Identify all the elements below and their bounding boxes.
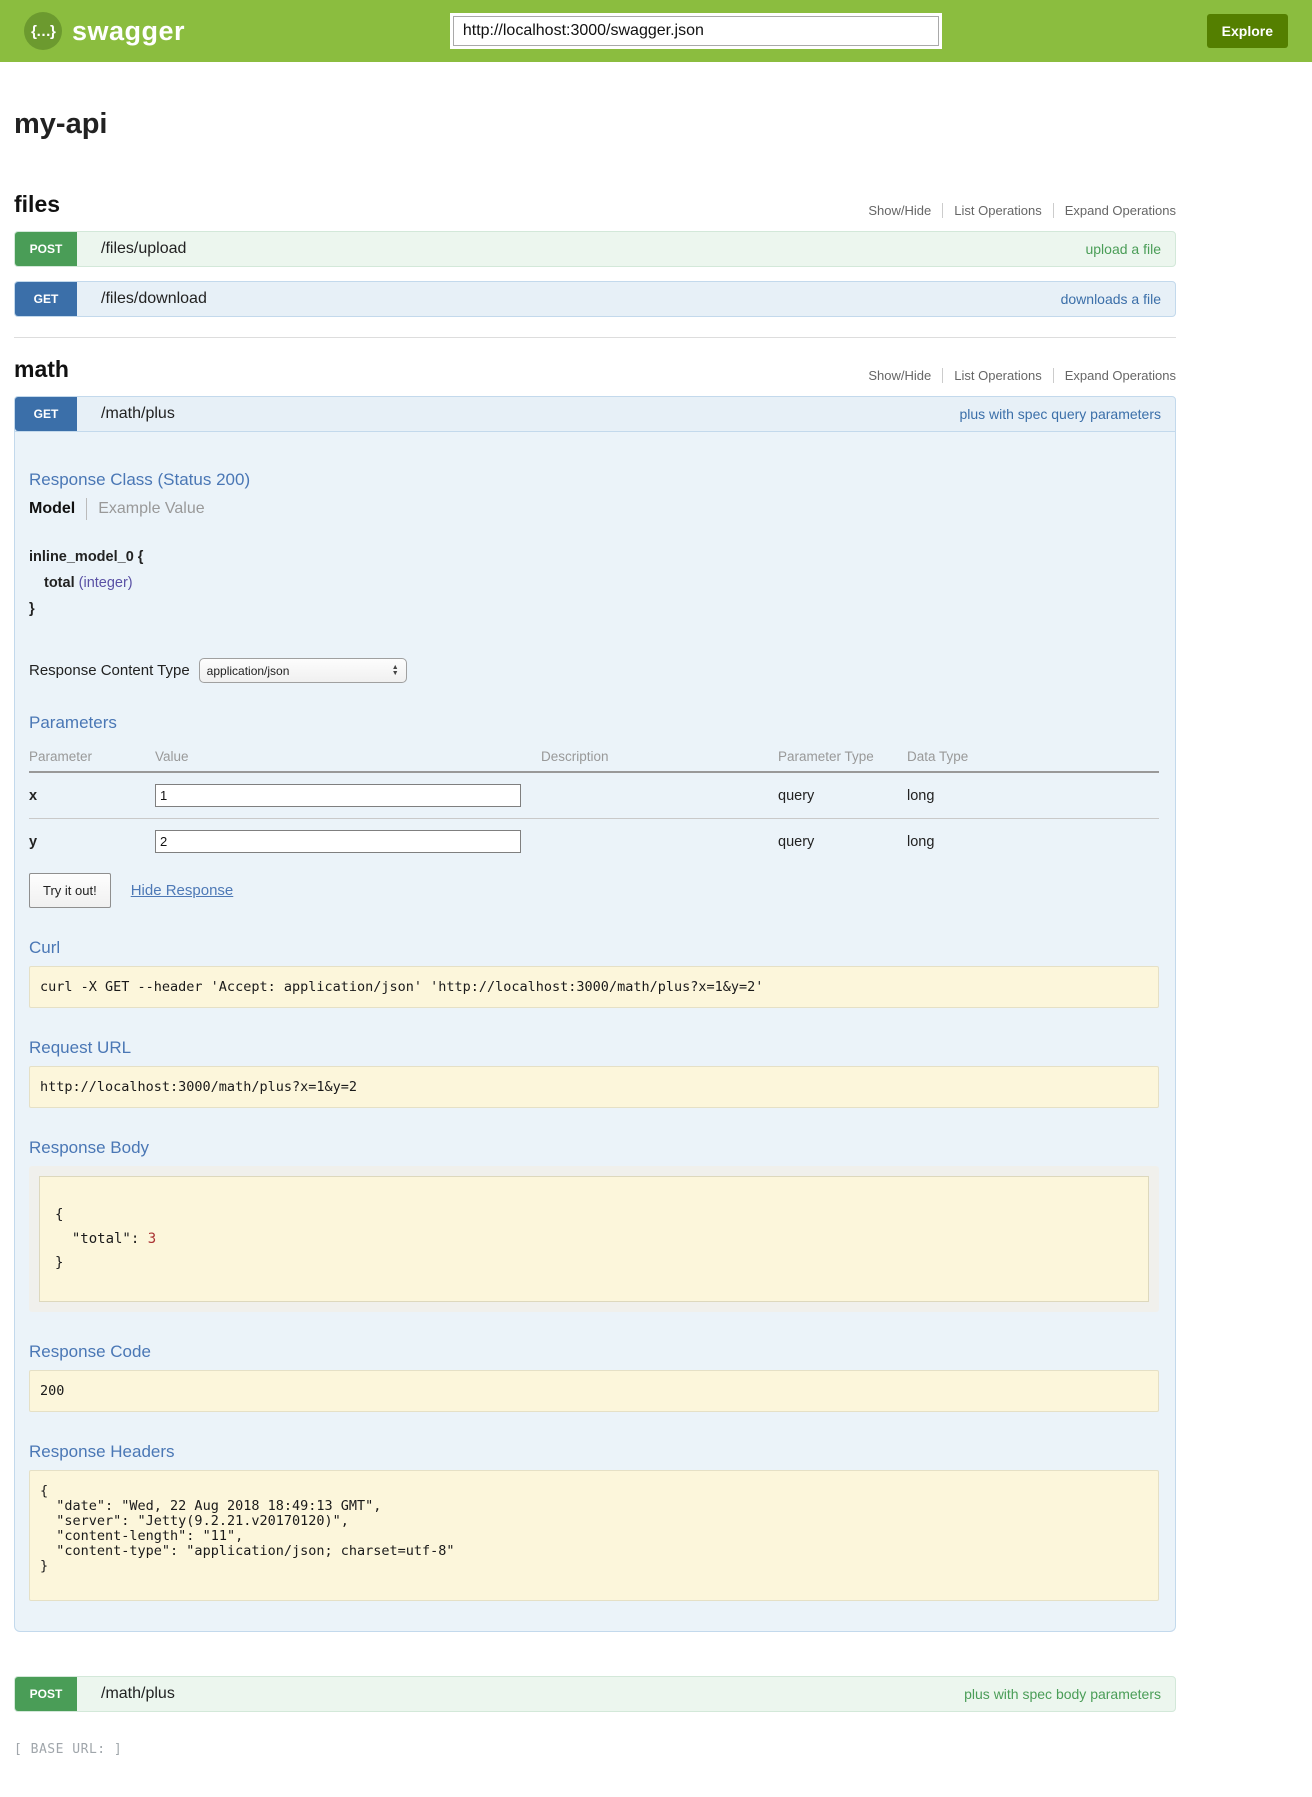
- column-header-description: Description: [541, 741, 778, 772]
- operation-summary[interactable]: upload a file: [1085, 241, 1161, 257]
- section-head-math: math Show/Hide List Operations Expand Op…: [14, 356, 1176, 383]
- try-it-out-button[interactable]: Try it out!: [29, 873, 111, 908]
- parameters-table: Parameter Value Description Parameter Ty…: [29, 741, 1159, 864]
- operation-detail-panel: Response Class (Status 200) Model Exampl…: [14, 432, 1176, 1632]
- base-url-footer: [ BASE URL: ]: [14, 1742, 1312, 1757]
- model-close: }: [29, 596, 1159, 622]
- json-brace-close: }: [55, 1255, 63, 1271]
- response-content-type-row: Response Content Type application/json ▲…: [29, 658, 1159, 683]
- list-operations-link[interactable]: List Operations: [942, 368, 1052, 383]
- curl-heading: Curl: [29, 938, 1159, 958]
- operation-row-post-math-plus[interactable]: POST /math/plus plus with spec body para…: [14, 1676, 1176, 1712]
- param-data-type-cell: long: [907, 772, 1159, 819]
- header-bar: {…} swagger Explore: [0, 0, 1312, 62]
- tab-model[interactable]: Model: [29, 500, 86, 518]
- response-body-json: { "total": 3 }: [39, 1176, 1149, 1302]
- swagger-logo-icon: {…}: [24, 12, 62, 50]
- section-links-files: Show/Hide List Operations Expand Operati…: [857, 203, 1176, 218]
- json-number-value: 3: [148, 1231, 156, 1247]
- param-y-input[interactable]: [155, 830, 521, 853]
- column-header-parameter: Parameter: [29, 741, 155, 772]
- parameters-heading: Parameters: [29, 713, 1159, 733]
- method-badge[interactable]: GET: [15, 282, 77, 316]
- model-property-name: total: [44, 575, 75, 591]
- section-title-files: files: [14, 191, 60, 218]
- json-brace-open: {: [55, 1207, 63, 1223]
- method-badge[interactable]: GET: [15, 397, 77, 431]
- method-badge[interactable]: POST: [15, 232, 77, 266]
- section-divider: [14, 337, 1176, 338]
- operation-summary[interactable]: downloads a file: [1061, 291, 1161, 307]
- operation-summary[interactable]: plus with spec body parameters: [964, 1686, 1161, 1702]
- param-type-cell: query: [778, 772, 907, 819]
- show-hide-link[interactable]: Show/Hide: [857, 203, 942, 218]
- method-badge[interactable]: POST: [15, 1677, 77, 1711]
- json-key: "total":: [72, 1231, 139, 1247]
- select-arrows-icon: ▲ ▼: [392, 665, 399, 677]
- show-hide-link[interactable]: Show/Hide: [857, 368, 942, 383]
- arrow-down-icon: ▼: [392, 671, 399, 677]
- response-body-container: { "total": 3 }: [29, 1166, 1159, 1312]
- response-body-heading: Response Body: [29, 1138, 1159, 1158]
- section-links-math: Show/Hide List Operations Expand Operati…: [857, 368, 1176, 383]
- column-header-data-type: Data Type: [907, 741, 1159, 772]
- model-signature: inline_model_0 { total (integer) }: [29, 544, 1159, 622]
- section-head-files: files Show/Hide List Operations Expand O…: [14, 191, 1176, 218]
- actions-row: Try it out! Hide Response: [29, 873, 1159, 908]
- column-header-parameter-type: Parameter Type: [778, 741, 907, 772]
- response-content-type-value: application/json: [207, 664, 290, 678]
- param-value-cell: [155, 772, 541, 819]
- response-content-type-select[interactable]: application/json ▲ ▼: [199, 658, 407, 683]
- operation-path[interactable]: /math/plus: [101, 1685, 175, 1703]
- tab-example-value[interactable]: Example Value: [87, 500, 204, 518]
- response-code-value: 200: [29, 1370, 1159, 1412]
- explore-button[interactable]: Explore: [1207, 14, 1288, 48]
- operation-path[interactable]: /files/download: [101, 290, 207, 308]
- operation-row-post-files-upload[interactable]: POST /files/upload upload a file: [14, 231, 1176, 267]
- response-headers-json: { "date": "Wed, 22 Aug 2018 18:49:13 GMT…: [29, 1470, 1159, 1601]
- param-data-type-cell: long: [907, 819, 1159, 865]
- operation-path[interactable]: /files/upload: [101, 240, 186, 258]
- model-property: total (integer): [44, 570, 1159, 596]
- section-title-math: math: [14, 356, 69, 383]
- param-name-cell: x: [29, 772, 155, 819]
- response-code-heading: Response Code: [29, 1342, 1159, 1362]
- operation-row-get-files-download[interactable]: GET /files/download downloads a file: [14, 281, 1176, 317]
- expand-operations-link[interactable]: Expand Operations: [1053, 368, 1176, 383]
- spec-url-frame: [450, 13, 942, 49]
- expand-operations-link[interactable]: Expand Operations: [1053, 203, 1176, 218]
- model-tabs: Model Example Value: [29, 498, 1159, 520]
- parameter-row-y: y query long: [29, 819, 1159, 865]
- column-header-value: Value: [155, 741, 541, 772]
- response-class-heading: Response Class (Status 200): [29, 470, 1159, 490]
- spec-url-input[interactable]: [453, 16, 939, 46]
- swagger-logo-text: swagger: [72, 16, 185, 47]
- main-content: my-api files Show/Hide List Operations E…: [14, 108, 1176, 1712]
- curl-command: curl -X GET --header 'Accept: applicatio…: [29, 966, 1159, 1008]
- param-value-cell: [155, 819, 541, 865]
- list-operations-link[interactable]: List Operations: [942, 203, 1052, 218]
- parameter-row-x: x query long: [29, 772, 1159, 819]
- response-content-type-label: Response Content Type: [29, 662, 190, 679]
- param-name-cell: y: [29, 819, 155, 865]
- hide-response-link[interactable]: Hide Response: [131, 882, 234, 899]
- operation-path[interactable]: /math/plus: [101, 405, 175, 423]
- response-headers-heading: Response Headers: [29, 1442, 1159, 1462]
- model-open: inline_model_0 {: [29, 544, 1159, 570]
- param-type-cell: query: [778, 819, 907, 865]
- param-x-input[interactable]: [155, 784, 521, 807]
- operation-row-get-math-plus[interactable]: GET /math/plus plus with spec query para…: [14, 396, 1176, 432]
- param-description-cell: [541, 772, 778, 819]
- operation-summary[interactable]: plus with spec query parameters: [959, 406, 1161, 422]
- model-property-type: (integer): [79, 575, 133, 591]
- parameters-header-row: Parameter Value Description Parameter Ty…: [29, 741, 1159, 772]
- param-description-cell: [541, 819, 778, 865]
- request-url-heading: Request URL: [29, 1038, 1159, 1058]
- page-title: my-api: [14, 108, 1176, 141]
- request-url-value: http://localhost:3000/math/plus?x=1&y=2: [29, 1066, 1159, 1108]
- swagger-logo[interactable]: {…} swagger: [24, 12, 185, 50]
